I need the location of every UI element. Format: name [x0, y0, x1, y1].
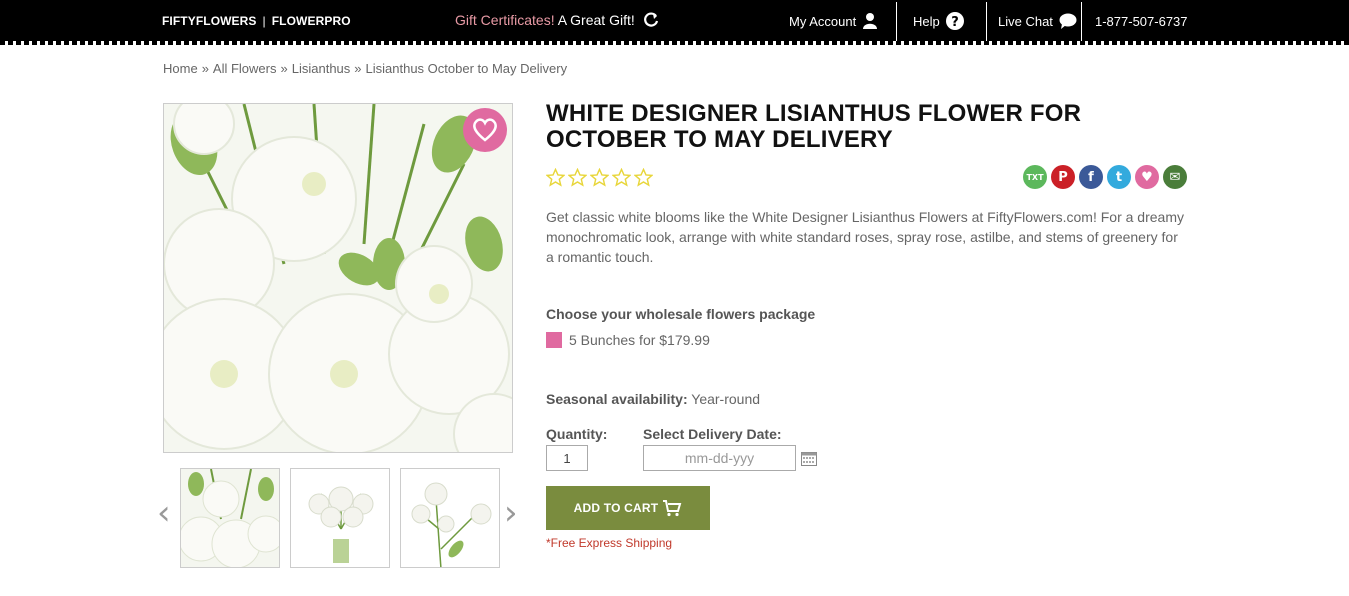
quantity-label: Quantity:: [546, 426, 608, 442]
heart-icon[interactable]: ♥: [1135, 165, 1159, 189]
live-chat-link[interactable]: Live Chat: [998, 0, 1077, 42]
add-to-cart-label: ADD TO CART: [573, 501, 659, 515]
nav-divider: [986, 2, 987, 42]
my-account-label: My Account: [789, 13, 857, 29]
free-shipping-note: *Free Express Shipping: [546, 536, 673, 550]
flowerpro-link[interactable]: FLOWERPRO: [272, 14, 351, 28]
package-radio-swatch[interactable]: [546, 332, 562, 348]
thumbnail-2[interactable]: [290, 468, 390, 568]
share-icons: TXT Pf t ♥ ✉: [1023, 165, 1187, 189]
facebook-icon[interactable]: f: [1079, 165, 1103, 189]
breadcrumb-all-flowers[interactable]: All Flowers: [213, 61, 277, 76]
fiftyflowers-link[interactable]: FIFTYFLOWERS: [162, 14, 257, 28]
user-icon: [863, 13, 878, 29]
product-description: Get classic white blooms like the White …: [546, 209, 1184, 265]
question-icon: ?: [945, 12, 964, 30]
top-bar-dashed-border: [0, 41, 1349, 45]
svg-text:?: ?: [951, 15, 959, 30]
thumbnail-1-image: [181, 469, 279, 567]
seasonal-label: Seasonal availability:: [546, 391, 688, 407]
thumbnail-2-image: [291, 469, 389, 567]
breadcrumb-separator: »: [280, 61, 288, 76]
package-heading: Choose your wholesale flowers package: [546, 306, 816, 322]
quantity-input[interactable]: [546, 445, 588, 471]
nav-divider: [896, 2, 897, 42]
calendar-icon[interactable]: [801, 452, 817, 466]
main-product-image[interactable]: [163, 103, 513, 453]
cart-icon: [663, 500, 682, 517]
my-account-link[interactable]: My Account: [789, 0, 878, 42]
star-icon[interactable]: [590, 168, 609, 187]
live-chat-label: Live Chat: [998, 13, 1053, 29]
refresh-icon: [643, 12, 658, 27]
phone-label: 1-877-507-6737: [1095, 13, 1188, 29]
gallery-next-arrow[interactable]: ›: [504, 496, 518, 530]
breadcrumb-current[interactable]: Lisianthus October to May Delivery: [366, 61, 568, 76]
gallery-prev-arrow[interactable]: ‹: [157, 496, 171, 530]
gift-text: A Great Gift!: [554, 12, 635, 28]
add-to-cart-button[interactable]: ADD TO CART: [546, 486, 710, 530]
thumbnail-1[interactable]: [180, 468, 280, 568]
delivery-date-input[interactable]: [643, 445, 796, 471]
thumbnail-3[interactable]: [400, 468, 500, 568]
twitter-icon[interactable]: t: [1107, 165, 1131, 189]
gift-certificates-link[interactable]: Gift Certificates! A Great Gift!: [455, 12, 659, 28]
seasonal-value: Year-round: [687, 391, 761, 407]
text-icon[interactable]: TXT: [1023, 165, 1047, 189]
rating-stars[interactable]: [546, 168, 653, 187]
help-label: Help: [913, 13, 940, 29]
breadcrumb: Home» All Flowers» Lisianthus» Lisianthus O…: [163, 61, 567, 76]
favorite-heart-icon[interactable]: [463, 108, 507, 152]
thumbnail-3-image: [401, 469, 499, 567]
breadcrumb-lisianthus[interactable]: Lisianthus: [292, 61, 351, 76]
pinterest-icon[interactable]: P: [1051, 165, 1075, 189]
package-option-label: 5 Bunches for $179.99: [569, 332, 710, 348]
breadcrumb-separator: »: [201, 61, 209, 76]
chat-bubble-icon: [1059, 13, 1077, 29]
star-icon[interactable]: [568, 168, 587, 187]
star-icon[interactable]: [634, 168, 653, 187]
brand-links: FIFTYFLOWERS | FLOWERPRO: [162, 14, 351, 28]
star-icon[interactable]: [546, 168, 565, 187]
email-icon[interactable]: ✉: [1163, 165, 1187, 189]
brand-separator: |: [262, 14, 266, 28]
gift-highlight: Gift Certificates!: [455, 12, 555, 28]
star-icon[interactable]: [612, 168, 631, 187]
top-bar: FIFTYFLOWERS | FLOWERPRO Gift Certificates…: [0, 0, 1349, 42]
seasonal-availability: Seasonal availability: Year-round: [546, 391, 760, 407]
phone-number[interactable]: 1-877-507-6737: [1095, 0, 1188, 42]
help-link[interactable]: Help ?: [913, 0, 964, 42]
product-title: WHITE DESIGNER LISIANTHUS FLOWER FOR OCT…: [546, 100, 1082, 153]
breadcrumb-home[interactable]: Home: [163, 61, 198, 76]
lisianthus-bouquet-image: [164, 104, 512, 452]
delivery-date-label: Select Delivery Date:: [643, 426, 782, 442]
nav-divider: [1081, 2, 1082, 42]
breadcrumb-separator: »: [354, 61, 362, 76]
package-option[interactable]: 5 Bunches for $179.99: [546, 332, 710, 348]
